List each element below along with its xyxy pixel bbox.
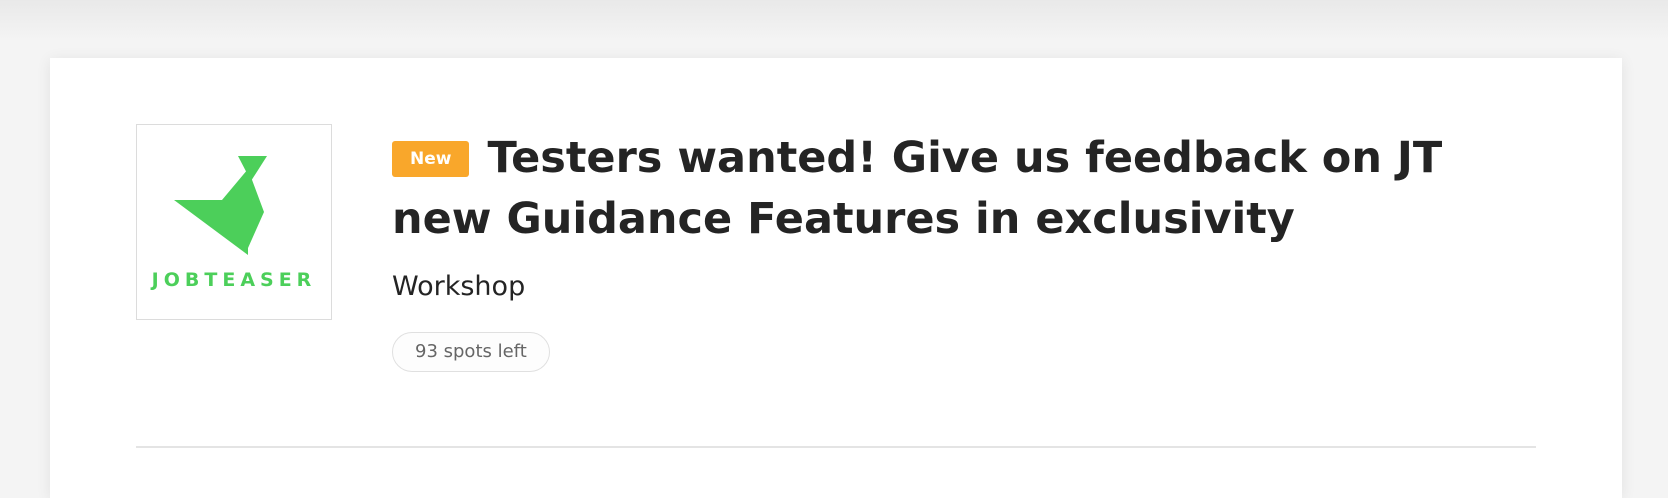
event-details: New Testers wanted! Give us feedback on J… <box>392 128 1532 372</box>
divider <box>136 446 1536 448</box>
spots-left-pill: 93 spots left <box>392 332 550 372</box>
event-title-text[interactable]: Testers wanted! Give us feedback on JT n… <box>392 133 1442 244</box>
logo-wordmark: JOBTEASER <box>151 269 317 291</box>
new-badge: New <box>392 141 470 177</box>
page-top-shade <box>0 0 1668 40</box>
company-logo[interactable]: JOBTEASER <box>136 124 332 320</box>
event-title[interactable]: New Testers wanted! Give us feedback on J… <box>392 128 1532 250</box>
event-type: Workshop <box>392 271 526 302</box>
event-card[interactable]: JOBTEASER New Testers wanted! Give us fee… <box>50 58 1622 498</box>
